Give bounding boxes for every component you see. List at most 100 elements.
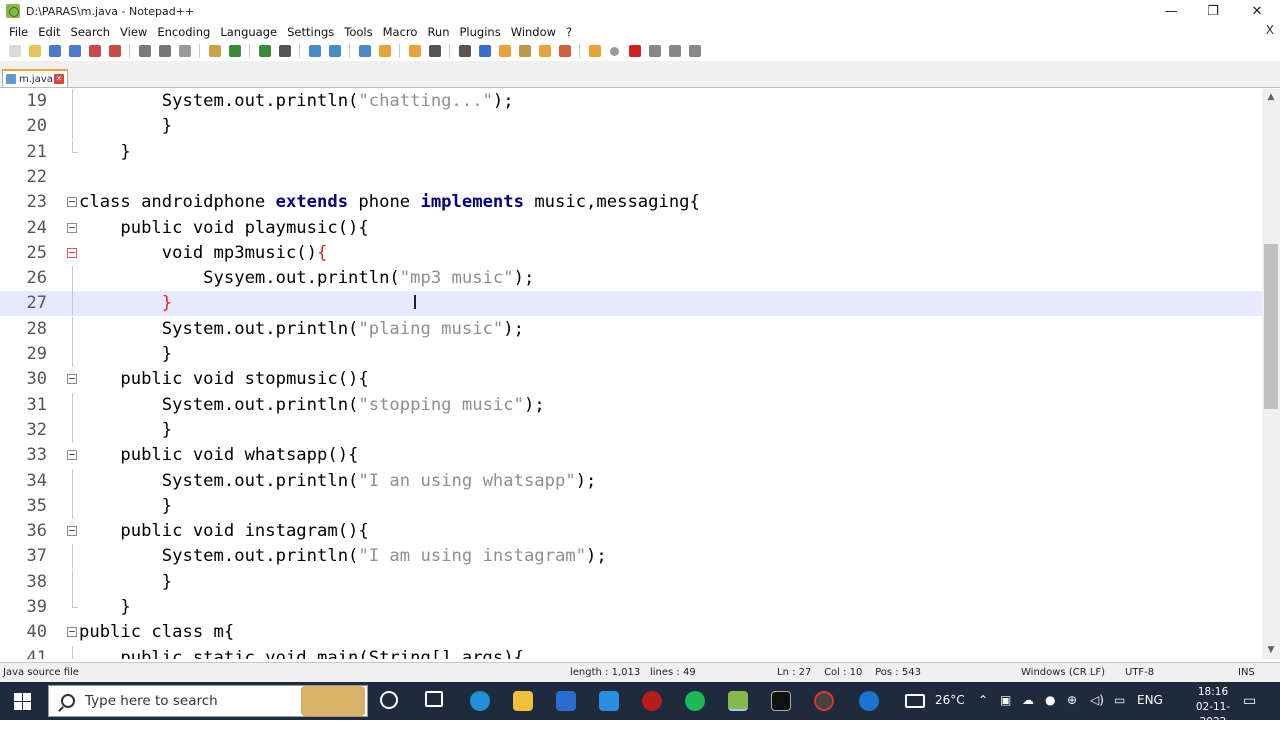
scrollbar-thumb[interactable] bbox=[1264, 244, 1278, 409]
taskbar-search-box[interactable]: Type here to search bbox=[48, 685, 368, 717]
code-line[interactable]: 25 void mp3music(){ bbox=[0, 241, 1262, 266]
cloud-icon[interactable]: ☁ bbox=[1022, 693, 1034, 707]
code-line[interactable]: 40 public class m{ bbox=[0, 620, 1262, 645]
code-line[interactable]: 19 System.out.println("chatting..."); bbox=[0, 89, 1262, 114]
word-wrap-icon[interactable] bbox=[426, 43, 443, 59]
close-window-button[interactable]: ✕ bbox=[1236, 0, 1278, 22]
code-line[interactable]: 36 public void instagram(){ bbox=[0, 519, 1262, 544]
mail-icon[interactable] bbox=[599, 691, 619, 711]
close-document-button[interactable]: X bbox=[1266, 23, 1274, 37]
code-line[interactable]: 24 public void playmusic(){ bbox=[0, 216, 1262, 241]
notification-icon[interactable]: ▭ bbox=[1243, 693, 1256, 709]
paste-icon[interactable] bbox=[206, 43, 223, 59]
file-explorer-icon[interactable] bbox=[513, 691, 533, 711]
vertical-scrollbar[interactable]: ▲ ▼ bbox=[1262, 89, 1280, 659]
code-line[interactable]: 23 class androidphone extends phone imple… bbox=[0, 190, 1262, 215]
show-hidden-icons-icon[interactable]: ⌃ bbox=[978, 693, 988, 707]
fold-toggle-icon[interactable] bbox=[67, 222, 77, 233]
cortana-icon[interactable] bbox=[380, 691, 398, 709]
lang-udl-icon[interactable] bbox=[496, 43, 513, 59]
new-file-icon[interactable] bbox=[6, 43, 23, 59]
code-line[interactable]: 31 System.out.println("stopping music"); bbox=[0, 392, 1262, 418]
folder-workspace-icon[interactable] bbox=[556, 43, 573, 59]
scroll-down-icon[interactable]: ▼ bbox=[1266, 645, 1276, 655]
undo-icon[interactable] bbox=[226, 43, 243, 59]
minimize-button[interactable]: — bbox=[1150, 0, 1192, 22]
network-icon[interactable]: ⊕ bbox=[1067, 693, 1077, 707]
fold-toggle-icon[interactable] bbox=[67, 450, 77, 461]
microsoft-store-icon[interactable] bbox=[556, 691, 576, 711]
code-line[interactable]: 22 bbox=[0, 165, 1262, 190]
fold-toggle-icon[interactable] bbox=[67, 627, 77, 638]
task-view-icon[interactable] bbox=[425, 691, 443, 707]
restore-button[interactable]: ❐ bbox=[1192, 0, 1234, 22]
weather-temp[interactable]: 26°C bbox=[935, 693, 965, 707]
recorder-icon[interactable] bbox=[814, 691, 834, 711]
code-line[interactable]: 33 public void whatsapp(){ bbox=[0, 443, 1262, 468]
doc-map-icon[interactable] bbox=[516, 43, 533, 59]
record-macro-icon[interactable] bbox=[606, 43, 623, 59]
code-line[interactable]: 30 public void stopmusic(){ bbox=[0, 367, 1262, 392]
find-icon[interactable] bbox=[276, 43, 293, 59]
code-line[interactable]: 39 } bbox=[0, 595, 1262, 620]
menu-window[interactable]: Window bbox=[506, 25, 561, 39]
cut-icon[interactable] bbox=[156, 43, 173, 59]
code-line[interactable]: 29 } bbox=[0, 342, 1262, 367]
save-icon[interactable] bbox=[46, 43, 63, 59]
monitor-icon[interactable] bbox=[586, 43, 603, 59]
command-prompt-icon[interactable] bbox=[771, 691, 791, 711]
menu-file[interactable]: File bbox=[4, 25, 33, 39]
code-editor[interactable]: 19 System.out.println("chatting..."); 20 … bbox=[0, 89, 1262, 659]
save-all-icon[interactable] bbox=[66, 43, 83, 59]
redo-icon[interactable] bbox=[256, 43, 273, 59]
menu-help[interactable]: ? bbox=[561, 25, 577, 39]
zoom-in-icon[interactable] bbox=[326, 43, 343, 59]
menu-macro[interactable]: Macro bbox=[378, 25, 423, 39]
menu-settings[interactable]: Settings bbox=[282, 25, 339, 39]
function-list-icon[interactable] bbox=[536, 43, 553, 59]
volume-icon[interactable]: ◁) bbox=[1090, 693, 1104, 707]
open-file-icon[interactable] bbox=[26, 43, 43, 59]
keyboard-icon[interactable] bbox=[905, 694, 925, 708]
code-line[interactable]: 38 } bbox=[0, 569, 1262, 595]
fold-toggle-icon[interactable] bbox=[67, 197, 77, 208]
menu-encoding[interactable]: Encoding bbox=[152, 25, 215, 39]
tray-app-icon[interactable]: ▣ bbox=[1000, 693, 1011, 707]
windows-start-icon[interactable] bbox=[14, 693, 31, 710]
fold-toggle-icon[interactable] bbox=[67, 526, 77, 537]
battery-icon[interactable]: ▭ bbox=[1114, 693, 1125, 707]
replace-icon[interactable] bbox=[306, 43, 323, 59]
copy-icon[interactable] bbox=[176, 43, 193, 59]
notepadpp-taskbar-icon[interactable] bbox=[728, 691, 748, 711]
code-line[interactable]: 37 System.out.println("I am using instag… bbox=[0, 544, 1262, 570]
play-macro-icon[interactable] bbox=[646, 43, 663, 59]
close-icon[interactable] bbox=[86, 43, 103, 59]
menu-search[interactable]: Search bbox=[66, 25, 116, 39]
run-macro-multiple-icon[interactable] bbox=[666, 43, 683, 59]
code-line[interactable]: 34 System.out.println("I an using whatsa… bbox=[0, 468, 1262, 494]
stop-record-icon[interactable] bbox=[626, 43, 643, 59]
sync-vertical-icon[interactable] bbox=[376, 43, 393, 59]
antivirus-icon[interactable] bbox=[642, 691, 662, 711]
save-macro-icon[interactable] bbox=[686, 43, 703, 59]
sync-horizontal-icon[interactable] bbox=[406, 43, 423, 59]
print-icon[interactable] bbox=[136, 43, 153, 59]
help-icon[interactable] bbox=[859, 691, 879, 711]
code-line[interactable]: 26 Sysyem.out.println("mp3 music"); bbox=[0, 266, 1262, 292]
code-line[interactable]: 35 } bbox=[0, 493, 1262, 519]
code-line[interactable]: 32 } bbox=[0, 417, 1262, 443]
microphone-icon[interactable]: ● bbox=[1045, 693, 1055, 707]
menu-view[interactable]: View bbox=[115, 25, 152, 39]
indent-guide-icon[interactable] bbox=[476, 43, 493, 59]
code-line[interactable]: 41 public static void main(String[] args… bbox=[0, 645, 1262, 659]
zoom-out-icon[interactable] bbox=[356, 43, 373, 59]
menu-tools[interactable]: Tools bbox=[339, 25, 377, 39]
code-line[interactable]: 20 } bbox=[0, 114, 1262, 140]
code-line[interactable]: 21 } bbox=[0, 139, 1262, 165]
close-all-icon[interactable] bbox=[106, 43, 123, 59]
tab-m-java[interactable]: m.java ✕ bbox=[2, 69, 68, 87]
spotify-icon[interactable] bbox=[685, 691, 705, 711]
code-line[interactable]: 28 System.out.println("plaing music"); bbox=[0, 316, 1262, 342]
taskbar-clock[interactable]: 18:16 02-11-2022 bbox=[1188, 685, 1238, 730]
fold-toggle-icon[interactable] bbox=[67, 374, 77, 385]
